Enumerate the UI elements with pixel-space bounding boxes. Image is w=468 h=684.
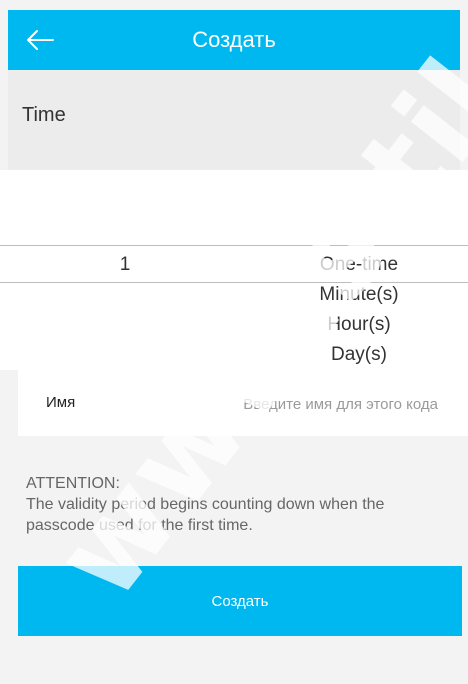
attention-note: ATTENTION: The validity period begins co…: [26, 473, 446, 536]
time-row[interactable]: Time: [8, 70, 460, 170]
picker-unit-item[interactable]: Day(s): [250, 340, 468, 370]
picker-number-value[interactable]: 1: [0, 250, 250, 280]
picker-unit-item[interactable]: Hour(s): [250, 310, 468, 340]
time-label: Time: [22, 104, 66, 126]
page-title: Создать: [192, 27, 276, 52]
name-input[interactable]: [156, 388, 468, 420]
picker-selection-top-line: [0, 245, 468, 246]
picker-unit-item[interactable]: One-time: [250, 250, 468, 280]
picker-unit-list[interactable]: One-time Minute(s) Hour(s) Day(s): [250, 250, 468, 370]
create-button[interactable]: Создать: [18, 566, 462, 636]
attention-title: ATTENTION:: [26, 475, 120, 492]
duration-picker[interactable]: 1 One-time Minute(s) Hour(s) Day(s): [0, 170, 468, 370]
attention-text: The validity period begins counting down…: [26, 496, 385, 534]
picker-unit-item[interactable]: Minute(s): [250, 280, 468, 310]
top-app-bar: Создать: [8, 10, 460, 70]
name-row: Имя: [18, 370, 468, 436]
name-label: Имя: [46, 394, 76, 411]
